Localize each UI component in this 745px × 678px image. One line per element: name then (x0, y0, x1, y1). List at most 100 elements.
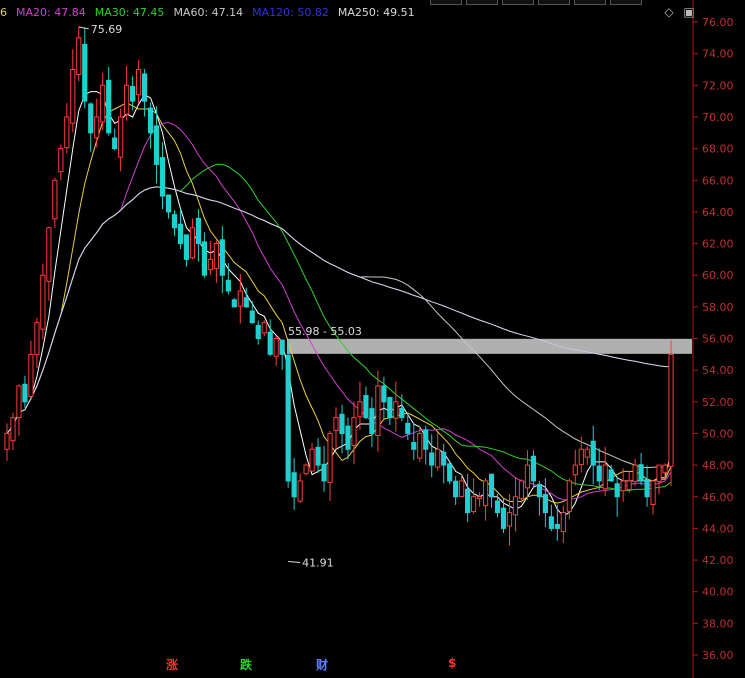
candle-body (303, 464, 309, 475)
candle-body (548, 516, 554, 529)
legend-item-ma60: MA60: 47.14 (173, 6, 244, 19)
event-marker-dividend[interactable]: $ (448, 656, 456, 670)
candle-body (136, 68, 142, 96)
toolbar-tabs (430, 0, 642, 5)
candle-body (261, 322, 267, 334)
candle-body (345, 425, 351, 450)
y-tick-label: 40.00 (702, 586, 734, 599)
candle-body (506, 512, 513, 527)
candle-body (4, 432, 10, 450)
candle-body (333, 417, 339, 431)
candle-body (656, 464, 662, 483)
candle-body (375, 385, 381, 437)
candle-body (130, 85, 136, 102)
candle-body (249, 310, 255, 324)
candle-body (231, 299, 237, 308)
toolbar-tab[interactable] (466, 0, 498, 5)
candle-body (124, 84, 130, 115)
y-tick-label: 58.00 (702, 301, 734, 314)
legend-item-ma30: MA30: 47.45 (94, 6, 165, 19)
candle-body (602, 464, 608, 490)
moving-average-layer (6, 91, 672, 517)
candle-body (668, 353, 674, 467)
candle-body (309, 448, 315, 472)
candle-body (177, 223, 184, 245)
candle-body (153, 125, 160, 165)
candle-body (255, 324, 261, 339)
low-pointer (288, 560, 301, 563)
event-marker-finance[interactable]: 财 (316, 656, 328, 673)
high-pointer (78, 26, 89, 30)
candle-body (387, 397, 393, 419)
candle-body (614, 483, 620, 498)
candle-body (638, 464, 644, 482)
candle-body (644, 478, 650, 498)
candle-body (28, 353, 34, 397)
y-tick-label: 52.00 (702, 396, 734, 409)
legend-item-ma120: MA120: 50.82 (252, 6, 329, 19)
candle-body (476, 496, 483, 500)
candle-body (620, 480, 626, 492)
candle-body (536, 483, 542, 498)
event-marker-rise[interactable]: 涨 (166, 656, 178, 673)
candle-body (112, 137, 118, 150)
candle-body (219, 239, 225, 276)
legend-item-ma10: 6 (0, 6, 7, 19)
toolbar-tab[interactable] (574, 0, 606, 5)
candle-body (291, 472, 297, 498)
candle-body (40, 274, 46, 330)
candle-body (447, 463, 453, 482)
candle-body (441, 451, 447, 466)
candle-body (165, 194, 172, 213)
candle-body (118, 116, 124, 158)
candle-layer (4, 26, 674, 546)
toolbar-tab[interactable] (610, 0, 642, 5)
candle-body (357, 401, 363, 418)
candle-body (405, 422, 411, 434)
candle-body (46, 227, 52, 282)
low-price-label: 41.91 (302, 556, 334, 569)
candle-body (399, 407, 405, 419)
candle-body (393, 401, 399, 419)
legend-item-ma250: MA250: 49.51 (337, 6, 415, 19)
candle-body (171, 214, 178, 229)
annotation-layer: 75.69 41.91 55.98 - 55.03 (78, 23, 362, 569)
candle-body (584, 448, 590, 458)
y-tick-label: 72.00 (702, 79, 734, 92)
toolbar-tab[interactable] (430, 0, 462, 5)
candle-body (626, 480, 632, 490)
candle-body (183, 234, 190, 260)
event-marker-fall[interactable]: 跌 (240, 656, 252, 673)
candle-body (423, 429, 429, 450)
zone-label: 55.98 - 55.03 (288, 325, 362, 338)
candle-body (471, 496, 477, 513)
candle-body (482, 480, 489, 507)
settings-icon[interactable]: ◇ (663, 6, 675, 18)
candle-body (554, 523, 560, 529)
candle-body (512, 496, 519, 516)
candle-body (10, 417, 16, 442)
toolbar-tab[interactable] (502, 0, 534, 5)
ma20-line (6, 121, 672, 501)
ma-legend: 6 MA20: 47.84 MA30: 47.45 MA60: 47.14 MA… (0, 6, 415, 22)
candle-body (608, 469, 614, 482)
y-tick-label: 70.00 (702, 111, 734, 124)
toolbar-tab[interactable] (538, 0, 570, 5)
candle-body (82, 43, 88, 102)
candle-body (106, 79, 112, 134)
y-tick-label: 50.00 (702, 427, 734, 440)
candle-body (297, 480, 303, 502)
candle-body (52, 179, 58, 220)
candle-body (243, 297, 249, 308)
candle-body (417, 432, 423, 459)
candle-body (596, 465, 602, 482)
candle-body (213, 243, 219, 269)
candle-body (22, 383, 28, 403)
candle-body (225, 279, 231, 292)
maximize-icon[interactable]: ▣ (683, 6, 695, 18)
legend-item-ma20: MA20: 47.84 (16, 6, 86, 19)
candle-body (58, 148, 64, 173)
candle-body (351, 417, 357, 446)
candle-body (429, 452, 435, 466)
candle-body (494, 500, 501, 514)
